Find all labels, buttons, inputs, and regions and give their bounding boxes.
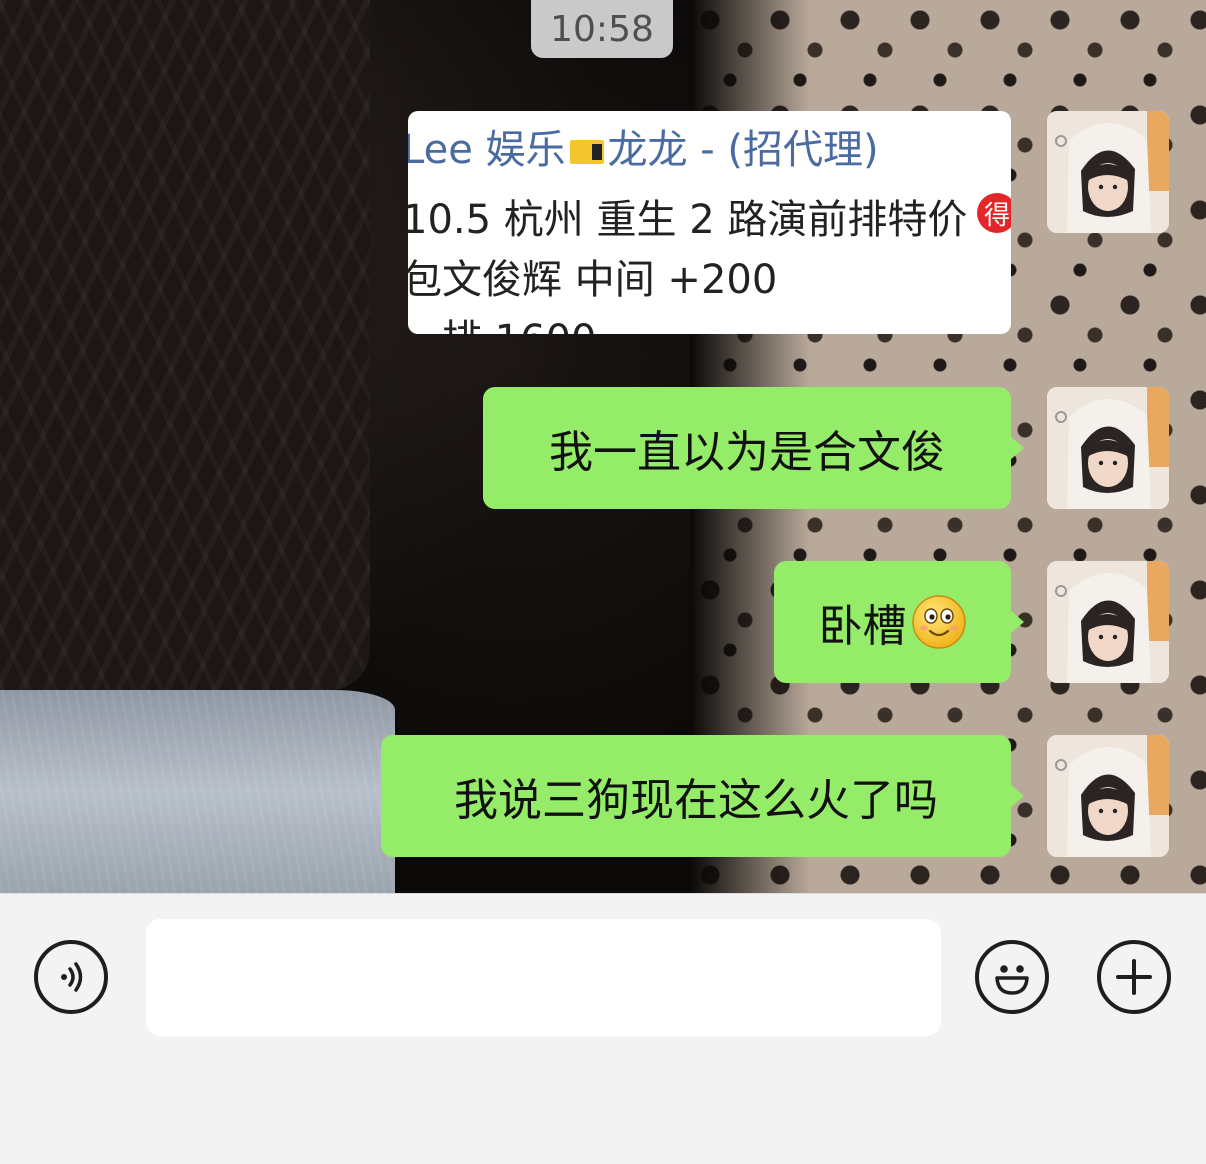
slightly-smiling-face-icon [911, 595, 966, 649]
avatar[interactable] [1047, 561, 1169, 683]
avatar[interactable] [1047, 111, 1169, 233]
image-text-line-2: 10.5 杭州 重生 2 路演前排特价 [408, 197, 968, 243]
plus-icon [1116, 959, 1152, 995]
more-button[interactable] [1097, 940, 1171, 1014]
image-text-line-3: 包文俊辉 中间 +200 [408, 257, 778, 303]
voice-button[interactable] [34, 940, 108, 1014]
avatar[interactable] [1047, 735, 1169, 857]
message-bubble[interactable]: 卧槽 [774, 561, 1024, 683]
message-text: 卧槽 [818, 601, 907, 652]
background-sweater [0, 0, 370, 690]
emoji-icon [995, 965, 1029, 995]
background-jeans [0, 690, 395, 893]
emoji-button[interactable] [975, 940, 1049, 1014]
ticket-icon [569, 140, 604, 164]
image-text-line-4: 一排 1600 [408, 307, 597, 334]
message-text: 我说三狗现在这么火了吗 [454, 775, 938, 826]
avatar-girl-hood-icon [1047, 111, 1169, 233]
avatar[interactable] [1047, 387, 1169, 509]
avatar-girl-hood-icon [1047, 387, 1169, 509]
avatar-girl-hood-icon [1047, 735, 1169, 857]
image-message[interactable]: Lee 娱乐 龙龙 - (招代理) 10.5 杭州 重生 2 路演前排特价 得 包… [408, 111, 1011, 334]
red-badge: 得 [977, 193, 1011, 233]
avatar-girl-hood-icon [1047, 561, 1169, 683]
image-text-sender: Lee 娱乐 [408, 127, 566, 173]
message-bubble[interactable]: 我说三狗现在这么火了吗 [381, 735, 1024, 857]
message-bubble[interactable]: 我一直以为是合文俊 [483, 387, 1024, 509]
message-text: 我一直以为是合文俊 [549, 427, 945, 478]
message-timestamp: 10:58 [531, 0, 673, 58]
image-text-line-1: Lee 娱乐 龙龙 - (招代理) [408, 117, 879, 175]
message-input[interactable] [146, 919, 941, 1036]
voice-icon [61, 962, 83, 992]
image-text-agent: 龙龙 - (招代理) [607, 127, 879, 173]
chat-input-bar [0, 893, 1206, 1164]
